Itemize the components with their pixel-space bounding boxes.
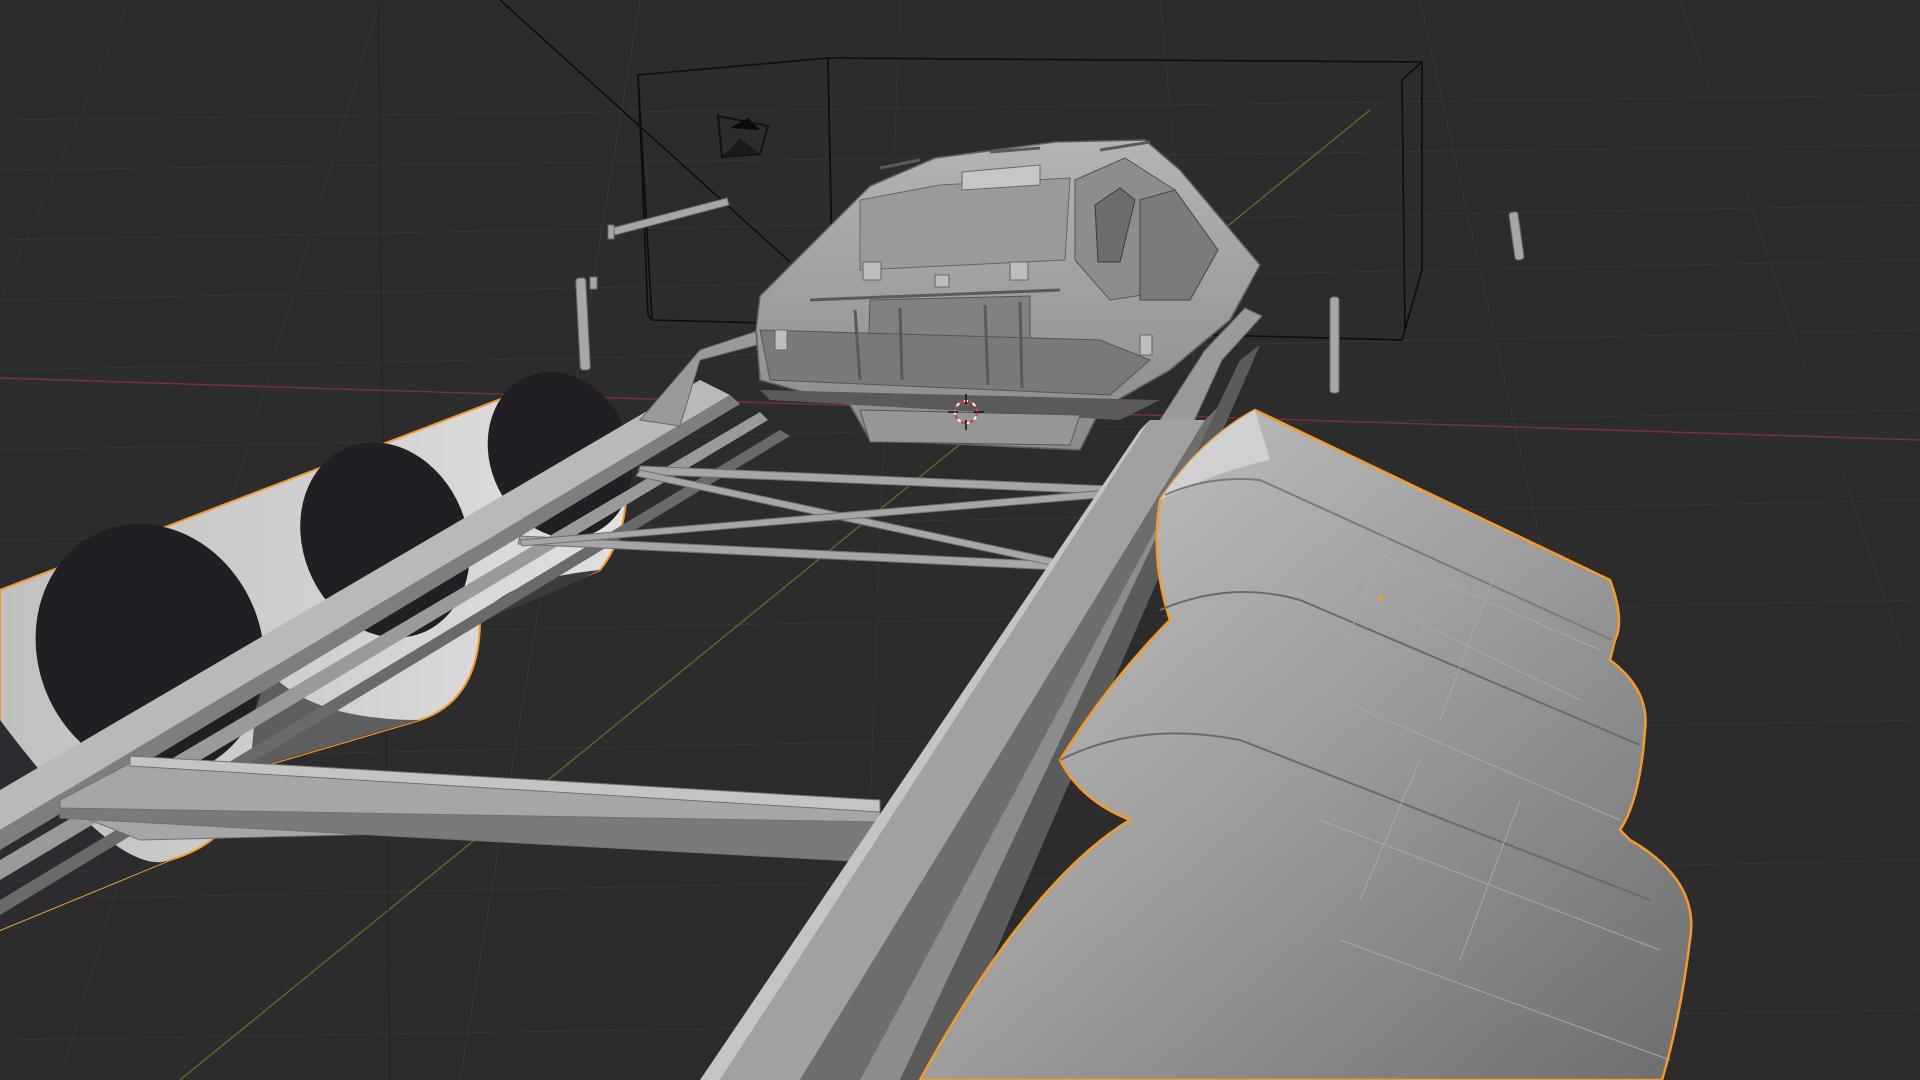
camera-icon[interactable] (716, 114, 770, 159)
object-origin-dot (1378, 595, 1384, 601)
viewport-canvas[interactable] (0, 0, 1920, 1080)
3d-viewport[interactable] (0, 0, 1920, 1080)
